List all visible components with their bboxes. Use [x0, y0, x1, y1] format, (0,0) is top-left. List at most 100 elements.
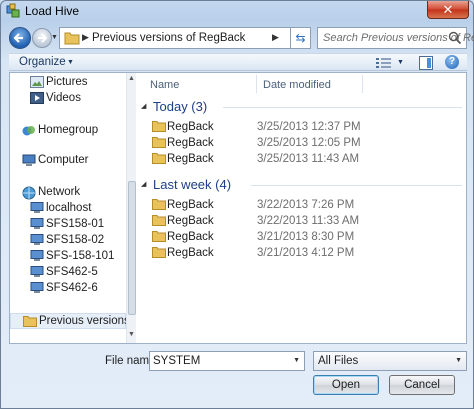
close-icon: ✕ [442, 2, 454, 17]
navigation-scrollbar[interactable]: ▲ ▼ [126, 73, 136, 343]
file-row[interactable]: RegBack 3/21/2013 8:30 PM [138, 229, 466, 245]
nav-item[interactable]: SFS462-5 [10, 265, 126, 281]
group-header[interactable]: ◢ Last week (4) [138, 177, 466, 193]
nav-item[interactable]: SFS158-02 [10, 233, 126, 249]
file-type-value: All Files [318, 355, 359, 367]
collapse-group-icon[interactable]: ◢ [141, 180, 146, 188]
file-date: 3/25/2013 12:37 PM [257, 121, 361, 133]
arrow-left-icon [13, 33, 23, 43]
column-divider[interactable] [362, 75, 363, 93]
column-header-date[interactable]: Date modified [263, 79, 331, 91]
file-name: RegBack [167, 199, 214, 211]
folder-icon [152, 246, 166, 261]
nav-item[interactable]: Pictures [10, 75, 126, 91]
view-options-icon[interactable] [376, 57, 392, 69]
breadcrumb-current[interactable]: Previous versions of RegBack [92, 32, 245, 44]
file-name-input[interactable]: SYSTEM ▼ [149, 351, 305, 371]
recent-pages-chevron-icon[interactable]: ▼ [51, 34, 58, 41]
navigation-pane[interactable]: Pictures Videos Homegroup Computer Network lo… [10, 73, 126, 343]
nav-item-label: Homegroup [38, 124, 99, 136]
file-date: 3/22/2013 7:26 PM [257, 199, 355, 211]
scroll-down-icon[interactable]: ▼ [128, 331, 135, 338]
pc-icon [30, 282, 44, 297]
breadcrumb-chevron-icon[interactable]: ▶ [272, 32, 279, 43]
videos-icon [30, 92, 44, 107]
registry-app-icon [6, 3, 20, 18]
back-button[interactable] [9, 27, 31, 49]
organize-button[interactable]: Organize [19, 56, 66, 68]
column-divider[interactable] [256, 75, 257, 93]
nav-item-label: localhost [46, 202, 92, 214]
view-chevron-icon[interactable]: ▼ [397, 59, 404, 66]
file-name-value: SYSTEM [153, 355, 201, 367]
nav-item[interactable]: SFS-158-101 [10, 249, 126, 265]
cancel-button[interactable]: Cancel [389, 375, 455, 395]
title-bar: Load Hive ✕ [1, 1, 473, 21]
pc-icon [30, 250, 44, 265]
group-header-label: Last week (4) [153, 177, 232, 192]
pc-icon [30, 234, 44, 249]
organize-chevron-icon[interactable]: ▼ [67, 59, 74, 66]
file-list[interactable]: Name Date modified ◢ Today (3) RegBack 3/25… [138, 73, 466, 343]
nav-item[interactable]: SFS462-6 [10, 281, 126, 297]
cancel-button-label: Cancel [404, 379, 440, 391]
file-row[interactable]: RegBack 3/21/2013 4:12 PM [138, 245, 466, 261]
file-row[interactable]: RegBack 3/22/2013 7:26 PM [138, 197, 466, 213]
nav-item[interactable]: localhost [10, 201, 126, 217]
pc-icon [30, 266, 44, 281]
open-button[interactable]: Open [313, 375, 379, 395]
file-name: RegBack [167, 247, 214, 259]
nav-item-label: SFS462-6 [46, 282, 98, 294]
nav-item-label: Computer [38, 154, 89, 166]
forward-button[interactable] [32, 28, 52, 48]
scrollbar-thumb[interactable] [128, 181, 136, 315]
file-type-chevron-icon[interactable]: ▼ [455, 357, 462, 364]
file-name: RegBack [167, 231, 214, 243]
file-name: RegBack [167, 137, 214, 149]
file-date: 3/21/2013 4:12 PM [257, 247, 355, 259]
folder-icon [152, 230, 166, 245]
nav-item[interactable]: Videos [10, 91, 126, 107]
close-button[interactable]: ✕ [427, 1, 469, 19]
refresh-button[interactable]: ⇆ [291, 27, 311, 49]
computer-icon [22, 154, 36, 171]
file-type-select[interactable]: All Files ▼ [313, 351, 467, 371]
folder-icon [152, 120, 166, 135]
pc-icon [30, 202, 44, 217]
nav-item-label: Previous versions c [39, 315, 126, 327]
nav-item[interactable]: SFS158-01 [10, 217, 126, 233]
group-header[interactable]: ◢ Today (3) [138, 99, 466, 115]
scroll-up-icon[interactable]: ▲ [128, 75, 135, 82]
address-bar[interactable]: ▶ Previous versions of RegBack ▶ [59, 27, 291, 49]
search-icon[interactable] [448, 31, 462, 45]
nav-item[interactable]: Homegroup [10, 123, 126, 139]
refresh-icon: ⇆ [295, 31, 306, 45]
pictures-icon [30, 76, 44, 91]
nav-item[interactable]: Computer [10, 153, 126, 169]
column-header-name[interactable]: Name [150, 79, 179, 91]
file-name-chevron-icon[interactable]: ▼ [293, 357, 300, 364]
file-row[interactable]: RegBack 3/25/2013 12:37 PM [138, 119, 466, 135]
nav-item-label: SFS158-01 [46, 218, 105, 230]
open-button-label: Open [331, 379, 361, 391]
help-icon[interactable]: ? [445, 55, 459, 69]
file-row[interactable]: RegBack 3/25/2013 12:05 PM [138, 135, 466, 151]
breadcrumb-chevron-icon[interactable]: ▶ [82, 32, 89, 43]
folder-icon [152, 152, 166, 167]
file-row[interactable]: RegBack 3/22/2013 11:33 AM [138, 213, 466, 229]
folder-icon [64, 32, 80, 45]
file-date: 3/22/2013 11:33 AM [257, 215, 360, 227]
file-name: RegBack [167, 153, 214, 165]
nav-item-label: SFS158-02 [46, 234, 105, 246]
search-input[interactable]: Search Previous versions of Re... [317, 27, 474, 49]
homegroup-icon [22, 124, 36, 141]
nav-item[interactable]: Previous versions c [10, 313, 126, 329]
content-area: Pictures Videos Homegroup Computer Network lo… [9, 72, 467, 344]
arrow-right-icon [38, 33, 48, 43]
nav-item[interactable]: Network [10, 185, 126, 201]
file-row[interactable]: RegBack 3/25/2013 11:43 AM [138, 151, 466, 167]
file-date: 3/25/2013 11:43 AM [257, 153, 360, 165]
preview-pane-icon[interactable] [419, 56, 433, 70]
folder-icon [152, 136, 166, 151]
collapse-group-icon[interactable]: ◢ [141, 102, 146, 110]
